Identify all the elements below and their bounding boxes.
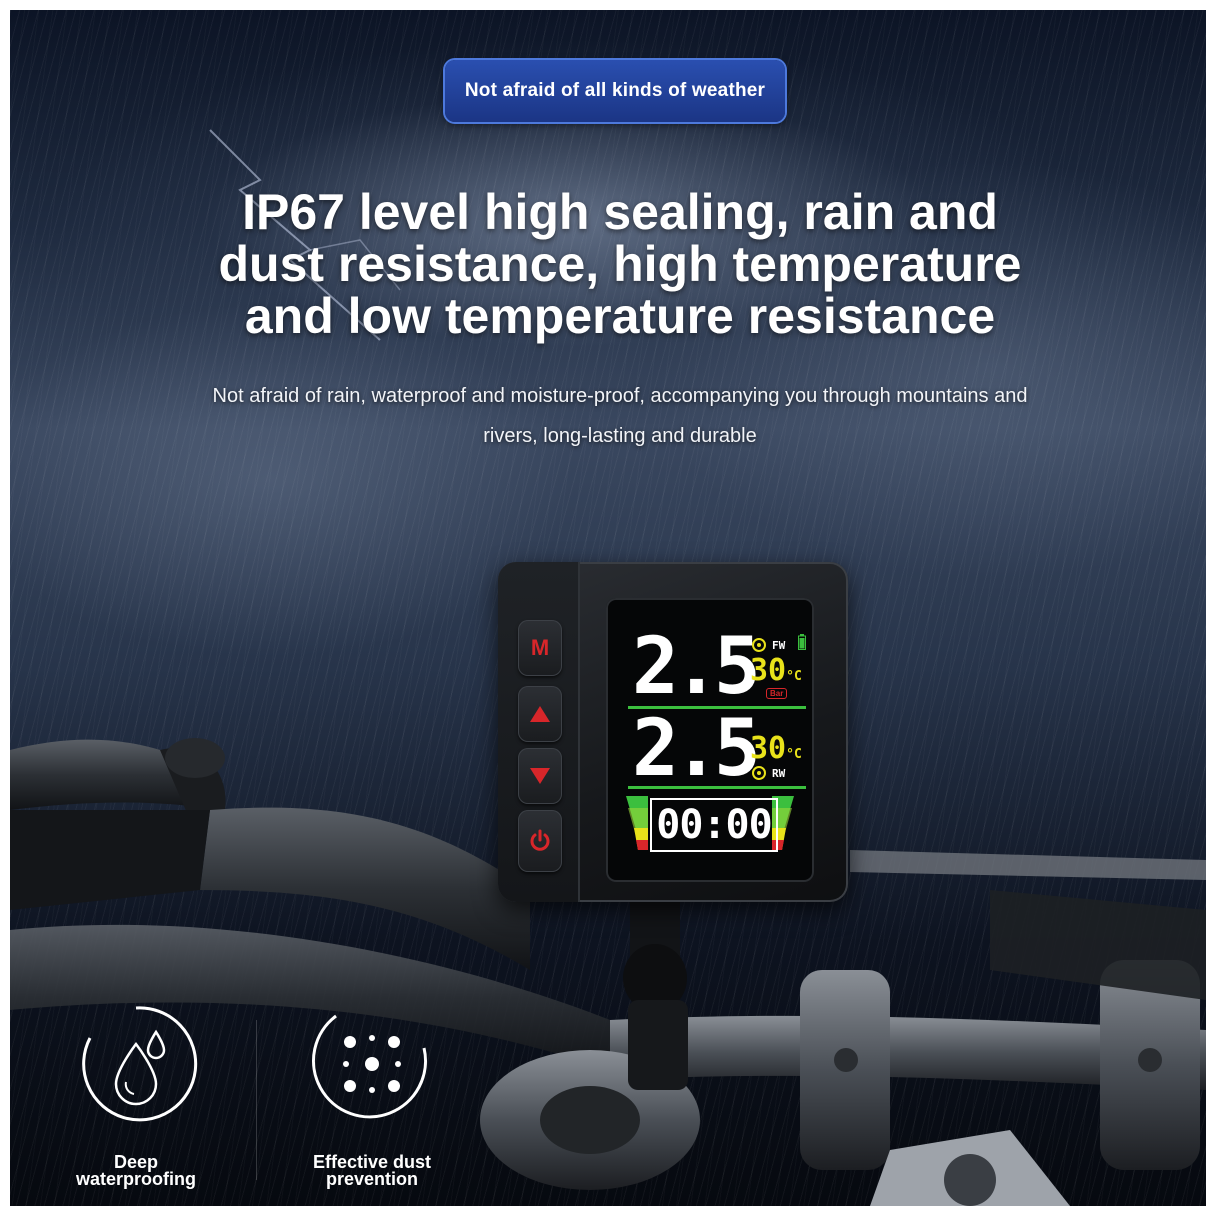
water-drops-icon [82,1006,198,1122]
front-wheel-label: FW [772,639,786,652]
mode-button[interactable]: M [518,620,562,676]
power-icon [530,829,550,851]
feature-dust-line-2: prevention [325,1169,418,1189]
tire-icon [752,638,766,652]
subtext-line-1: Not afraid of rain, waterproof and moist… [212,385,1028,407]
mode-button-label: M [530,635,550,660]
device-keypad: M [498,562,580,902]
subtext: Not afraid of rain, waterproof and moist… [150,376,1090,456]
battery-icon [798,634,806,650]
headline-line-1: IP67 level high sealing, rain and [242,184,998,240]
feature-waterproofing-line-2: waterproofing [76,1169,196,1189]
weather-badge-text: Not afraid of all kinds of weather [464,80,766,101]
weather-badge: Not afraid of all kinds of weather [445,60,785,122]
clock-display: 00:00 [650,798,778,852]
screen-divider-bottom [628,786,806,789]
headline-line-2: dust resistance, high temperature [218,236,1022,292]
device-screen: 2.5 FW 30°C Bar 2.5 30°C RW 00:00 [606,598,814,882]
pressure-unit-badge: Bar [766,688,788,699]
hero-banner: Not afraid of all kinds of weather IP67 … [10,10,1206,1206]
front-temperature: 30°C [750,656,802,692]
rear-temperature-value: 30 [750,731,787,766]
front-pressure: 2.5 [632,622,761,712]
tpms-device: M 2.5 FW 30°C Bar 2.5 30°C RW 00:00 [498,562,848,902]
subtext-line-2: rivers, long-lasting and durable [483,425,757,447]
tire-icon [752,766,766,780]
front-temperature-unit: °C [786,669,802,684]
headline: IP67 level high sealing, rain and dust r… [70,186,1170,342]
down-button[interactable] [518,748,562,804]
feature-dust-prevention: Effective dust prevention [272,998,472,1188]
feature-separator [256,1020,257,1180]
rear-temperature-unit: °C [786,747,802,762]
triangle-up-icon [530,706,550,722]
feature-waterproofing: Deep waterproofing [36,998,236,1188]
dust-dots-icon [312,1014,427,1119]
rear-pressure: 2.5 [632,704,761,794]
triangle-down-icon [530,768,550,784]
feature-dust-prevention-label: Effective dust prevention [272,1153,472,1189]
headline-line-3: and low temperature resistance [244,288,996,344]
feature-waterproofing-label: Deep waterproofing [36,1153,236,1189]
rear-temperature: 30°C [750,734,802,770]
up-button[interactable] [518,686,562,742]
front-temperature-value: 30 [750,653,787,688]
rear-wheel-label: RW [772,767,786,780]
power-button[interactable] [518,810,562,872]
